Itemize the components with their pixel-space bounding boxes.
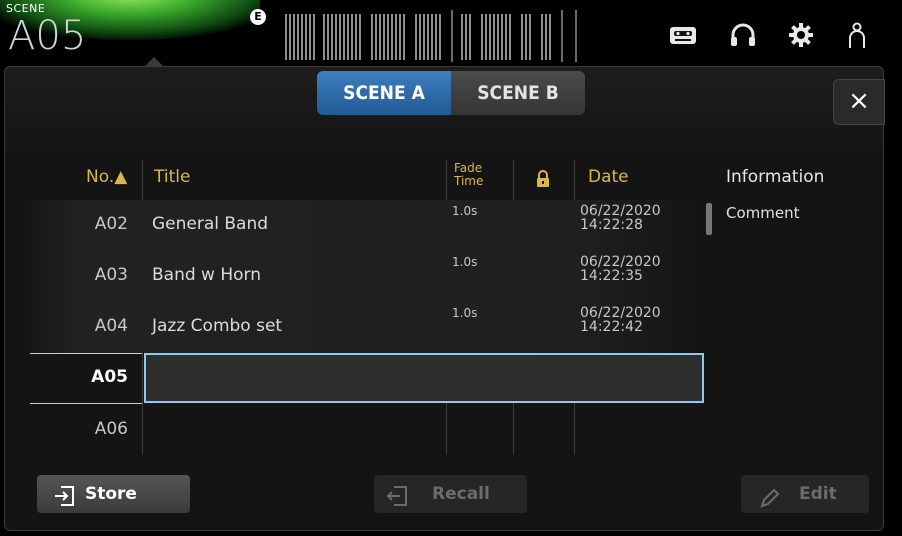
- scene-bank-tabs: SCENE A SCENE B: [317, 71, 585, 115]
- scene-fade-time: 1.0s: [452, 204, 478, 218]
- table-row[interactable]: A06: [24, 405, 704, 456]
- recall-label: Recall: [432, 484, 490, 504]
- current-scene-number: A05: [8, 13, 87, 59]
- selected-row-highlight[interactable]: [144, 353, 704, 403]
- information-comment-label: Comment: [726, 204, 800, 222]
- store-label: Store: [85, 484, 137, 504]
- scene-date: 06/22/2020 14:22:35: [580, 255, 661, 283]
- scene-number: A03: [94, 265, 128, 285]
- edit-label: Edit: [799, 484, 837, 504]
- edited-badge: E: [250, 9, 266, 25]
- fade-header-line2: Time: [454, 174, 484, 188]
- channel-meters: [285, 10, 615, 62]
- scene-date-time: 14:22:42: [580, 319, 643, 335]
- scene-number: A04: [94, 316, 128, 336]
- scene-number: A02: [94, 214, 128, 234]
- table-row[interactable]: A02 General Band 1.0s 06/22/2020 14:22:28: [24, 200, 704, 251]
- scene-indicator[interactable]: SCENE A05: [0, 0, 260, 64]
- column-header-fade-time[interactable]: Fade Time: [454, 162, 483, 188]
- scene-date-day: 06/22/2020: [580, 203, 661, 219]
- recall-icon: [386, 483, 410, 521]
- scene-title: General Band: [152, 214, 269, 234]
- scene-date-day: 06/22/2020: [580, 254, 661, 270]
- gear-icon[interactable]: [786, 20, 816, 50]
- scene-number: A06: [94, 419, 128, 439]
- scene-date: 06/22/2020 14:22:42: [580, 306, 661, 334]
- information-header: Information: [726, 167, 825, 187]
- store-icon: [53, 483, 77, 521]
- scene-date-time: 14:22:28: [580, 217, 643, 233]
- edit-button[interactable]: Edit: [741, 475, 869, 513]
- scene-number: A05: [91, 367, 128, 387]
- scene-date: 06/22/2020 14:22:28: [580, 204, 661, 232]
- close-button[interactable]: ×: [833, 79, 885, 125]
- scene-title: Jazz Combo set: [152, 316, 283, 336]
- scene-fade-time: 1.0s: [452, 255, 478, 269]
- tab-scene-a[interactable]: SCENE A: [317, 71, 451, 115]
- recall-button[interactable]: Recall: [374, 475, 527, 513]
- meter-bars: [285, 10, 577, 62]
- headphones-icon[interactable]: [728, 20, 758, 50]
- user-icon[interactable]: [842, 20, 872, 50]
- scene-fade-time: 1.0s: [452, 306, 478, 320]
- list-scrollbar[interactable]: [706, 203, 712, 235]
- recorder-icon[interactable]: [668, 20, 698, 50]
- column-header-date[interactable]: Date: [588, 154, 629, 200]
- lock-icon[interactable]: [536, 170, 550, 192]
- store-button[interactable]: Store: [37, 475, 190, 513]
- pencil-icon: [759, 484, 781, 522]
- column-header-title[interactable]: Title: [154, 154, 190, 200]
- scene-title: Band w Horn: [152, 265, 262, 285]
- top-bar: SCENE A05 E: [0, 0, 902, 67]
- table-row[interactable]: A04 Jazz Combo set 1.0s 06/22/2020 14:22:…: [24, 302, 704, 353]
- column-header-no[interactable]: No.▲: [86, 154, 127, 200]
- scene-date-time: 14:22:35: [580, 268, 643, 284]
- close-icon: ×: [848, 86, 870, 116]
- tab-scene-b[interactable]: SCENE B: [451, 71, 585, 115]
- table-row[interactable]: A03 Band w Horn 1.0s 06/22/2020 14:22:35: [24, 251, 704, 302]
- scene-date-day: 06/22/2020: [580, 305, 661, 321]
